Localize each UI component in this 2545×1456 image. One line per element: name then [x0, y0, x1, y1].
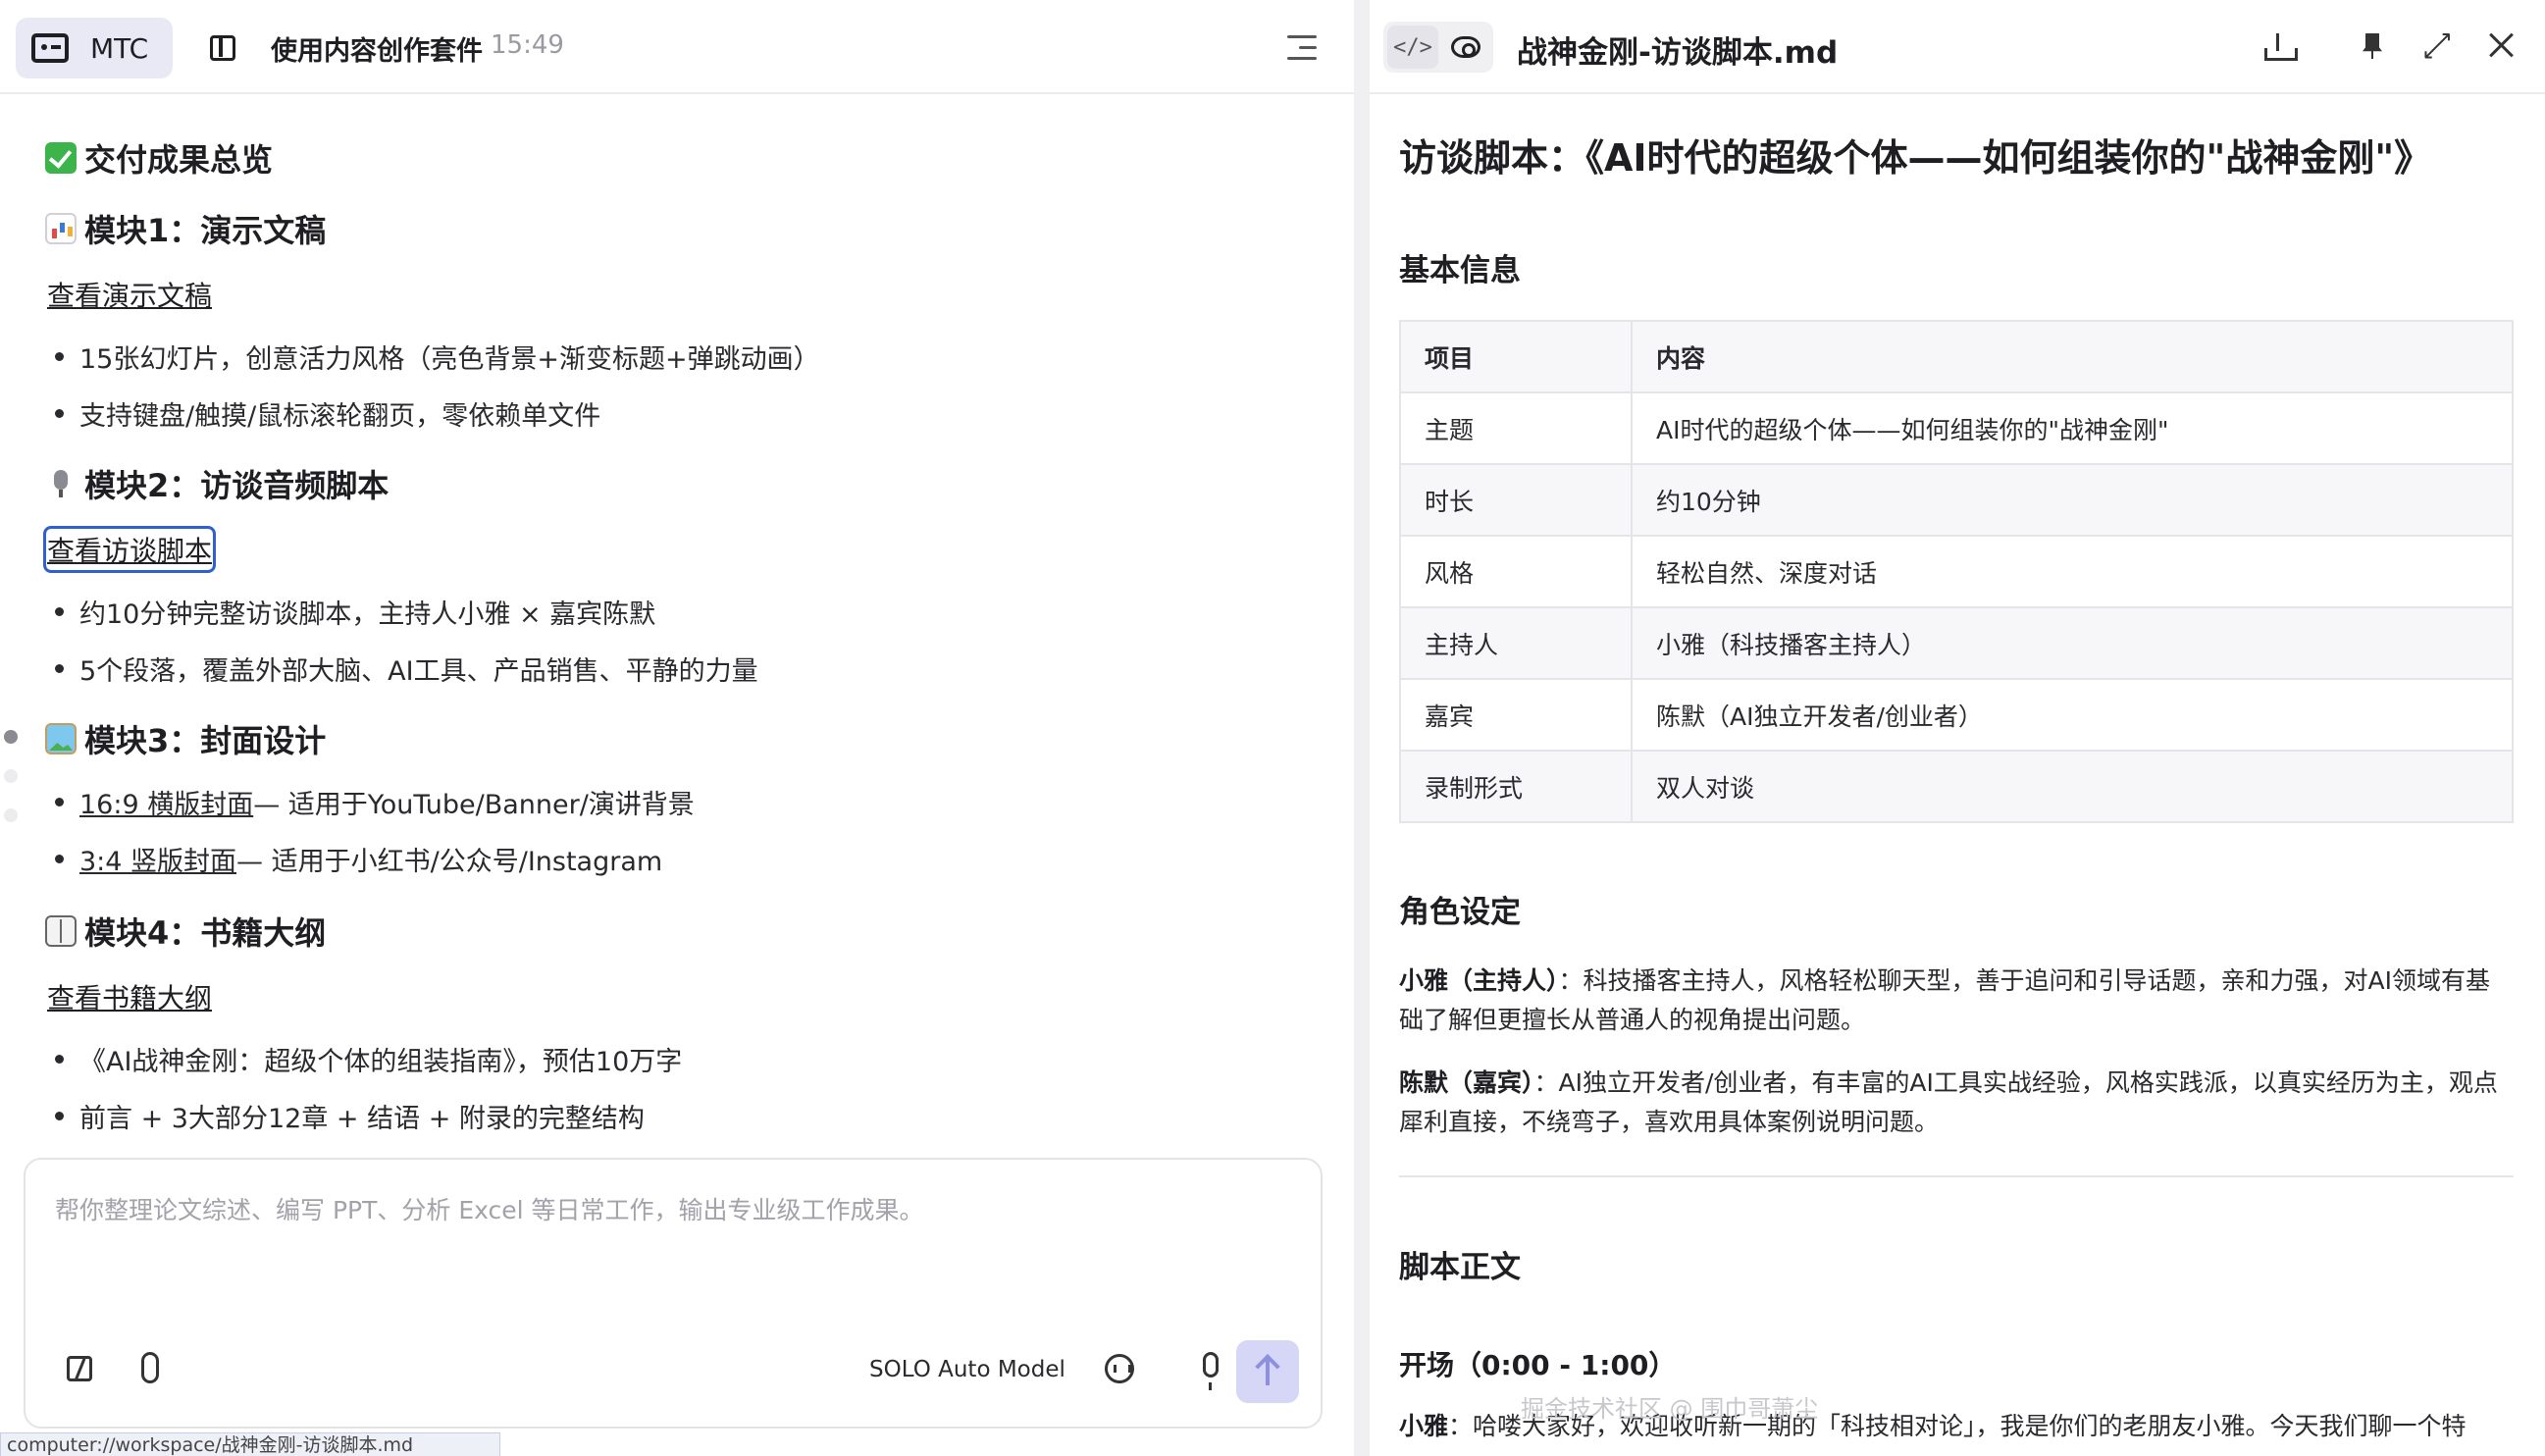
bar-chart-icon	[45, 213, 77, 244]
status-bar-url: computer://workspace/战神金刚-访谈脚本.md	[0, 1432, 500, 1456]
collapse-panel-icon[interactable]	[1287, 35, 1317, 61]
module1-heading: 模块1：演示文稿	[45, 206, 326, 251]
table-row: 主持人 小雅（科技播客主持人）	[1400, 607, 2513, 680]
message-input[interactable]	[55, 1191, 1291, 1309]
table-header-cell: 内容	[1632, 321, 2513, 393]
table-cell: 录制形式	[1400, 751, 1633, 823]
table-row: 风格 轻松自然、深度对话	[1400, 536, 2513, 608]
attachment-icon[interactable]	[141, 1352, 159, 1383]
basic-info-table: 项目 内容 主题 AI时代的超级个体——如何组装你的"战神金刚" 时长 约10分…	[1399, 320, 2514, 823]
preview-header: </> 战神金刚-访谈脚本.md	[1370, 0, 2545, 94]
agent-label: MTC	[90, 31, 149, 65]
slash-command-icon[interactable]	[67, 1356, 92, 1381]
landscape-cover-link[interactable]: 16:9 横版封面	[79, 783, 253, 821]
table-cell: 轻松自然、深度对话	[1632, 536, 2513, 608]
list-item: 支持键盘/触摸/鼠标滚轮翻页，零依赖单文件	[55, 394, 600, 433]
voice-chat-icon[interactable]	[1105, 1354, 1134, 1383]
view-slides-link[interactable]: 查看演示文稿	[47, 275, 212, 314]
chat-pane: MTC 使用内容创作套件 15:49 交付成果总览 模块1：演示文稿 查看演示文…	[0, 0, 1354, 1456]
list-item: 前言 + 3大部分12章 + 结语 + 附录的完整结构	[55, 1097, 645, 1135]
table-header-row: 项目 内容	[1400, 321, 2513, 393]
expand-icon[interactable]	[2421, 26, 2453, 65]
table-cell: 小雅（科技播客主持人）	[1632, 607, 2513, 680]
script-heading: 脚本正文	[1399, 1250, 1521, 1285]
basic-info-heading: 基本信息	[1399, 253, 1521, 288]
eye-icon	[1451, 36, 1480, 58]
watermark: 掘金技术社区 @ 围巾哥萧尘	[1521, 1395, 1819, 1423]
table-cell: 嘉宾	[1400, 679, 1633, 752]
pane-divider[interactable]	[1354, 0, 1370, 1456]
role-guest-paragraph: 陈默（嘉宾）：AI独立开发者/创业者，有丰富的AI工具实战经验，风格实践派，以真…	[1399, 1068, 2498, 1136]
chat-message: 交付成果总览 模块1：演示文稿 查看演示文稿 15张幻灯片，创意活力风格（亮色背…	[0, 94, 1354, 1154]
view-script-link[interactable]: 查看访谈脚本	[42, 526, 217, 573]
chat-header: MTC 使用内容创作套件 15:49	[0, 0, 1354, 94]
scroll-dot[interactable]	[4, 769, 18, 783]
close-icon[interactable]	[2488, 31, 2516, 59]
table-cell: 约10分钟	[1632, 464, 2513, 537]
model-selector[interactable]: SOLO Auto Model	[869, 1357, 1065, 1382]
microphone-icon[interactable]	[1203, 1352, 1219, 1390]
sidebar-toggle-icon[interactable]	[210, 35, 235, 61]
list-item: 约10分钟完整访谈脚本，主持人小雅 × 嘉宾陈默	[55, 593, 655, 631]
list-item: 3:4 竖版封面 — 适用于小红书/公众号/Instagram	[55, 840, 662, 878]
download-icon[interactable]	[2264, 33, 2298, 61]
table-cell: 时长	[1400, 464, 1633, 537]
table-cell: 陈默（AI独立开发者/创业者）	[1632, 679, 2513, 752]
session-title: 使用内容创作套件	[271, 36, 483, 67]
agent-icon	[31, 33, 69, 63]
view-mode-toggle: </>	[1383, 22, 1493, 73]
scroll-dot-active[interactable]	[4, 730, 18, 744]
code-view-button[interactable]: </>	[1387, 26, 1438, 69]
table-row: 嘉宾 陈默（AI独立开发者/创业者）	[1400, 679, 2513, 752]
document-title: 访谈脚本：《AI时代的超级个体——如何组装你的"战神金刚"》	[1399, 136, 2432, 180]
portrait-cover-link[interactable]: 3:4 竖版封面	[79, 840, 236, 878]
roles-heading: 角色设定	[1399, 895, 1521, 930]
table-cell: AI时代的超级个体——如何组装你的"战神金刚"	[1632, 392, 2513, 465]
pin-icon[interactable]	[2363, 33, 2382, 59]
framed-picture-icon	[45, 723, 77, 754]
module4-heading: 模块4：书籍大纲	[45, 909, 326, 954]
agent-chip[interactable]: MTC	[16, 18, 173, 78]
microphone-icon	[45, 468, 77, 499]
list-item: 15张幻灯片，创意活力风格（亮色背景+渐变标题+弹跳动画）	[55, 338, 820, 376]
table-cell: 风格	[1400, 536, 1633, 608]
role-host-paragraph: 小雅（主持人）：科技播客主持人，风格轻松聊天型，善于追问和引导话题，亲和力强，对…	[1399, 966, 2490, 1034]
list-item: 《AI战神金刚：超级个体的组装指南》，预估10万字	[55, 1040, 682, 1078]
table-header-cell: 项目	[1400, 321, 1633, 393]
module3-heading: 模块3：封面设计	[45, 716, 326, 761]
divider	[1399, 1175, 2514, 1177]
table-row: 录制形式 双人对谈	[1400, 751, 2513, 823]
table-cell: 双人对谈	[1632, 751, 2513, 823]
check-mark-icon	[45, 142, 77, 174]
table-row: 主题 AI时代的超级个体——如何组装你的"战神金刚"	[1400, 392, 2513, 465]
list-item: 16:9 横版封面 — 适用于YouTube/Banner/演讲背景	[55, 783, 695, 821]
table-row: 时长 约10分钟	[1400, 464, 2513, 537]
session-time: 15:49	[491, 30, 564, 60]
message-composer: SOLO Auto Model	[24, 1158, 1323, 1429]
opening-heading: 开场（0:00 - 1:00）	[1399, 1349, 1677, 1381]
open-book-icon	[45, 915, 77, 947]
view-outline-link[interactable]: 查看书籍大纲	[47, 977, 212, 1016]
preview-view-button[interactable]	[1440, 26, 1491, 69]
scroll-dot[interactable]	[4, 808, 18, 822]
table-cell: 主题	[1400, 392, 1633, 465]
summary-heading: 交付成果总览	[45, 135, 273, 181]
send-button[interactable]	[1236, 1340, 1299, 1403]
file-name: 战神金刚-访谈脚本.md	[1517, 35, 1839, 71]
preview-pane: </> 战神金刚-访谈脚本.md 访谈脚本：《AI时代的超级个体——如何组装你的…	[1370, 0, 2545, 1456]
module2-heading: 模块2：访谈音频脚本	[45, 461, 389, 506]
table-cell: 主持人	[1400, 607, 1633, 680]
list-item: 5个段落，覆盖外部大脑、AI工具、产品销售、平静的力量	[55, 650, 758, 688]
